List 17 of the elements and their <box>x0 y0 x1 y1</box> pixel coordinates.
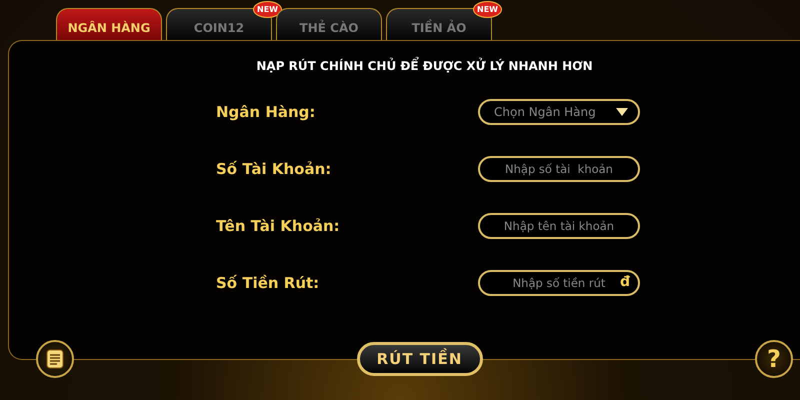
notice-text: NẠP RÚT CHÍNH CHỦ ĐỂ ĐƯỢC XỬ LÝ NHANH HƠN <box>9 59 800 73</box>
field-label: Số Tài Khoản: <box>216 160 332 178</box>
bank-dropdown[interactable]: Chọn Ngân Hàng <box>478 99 640 125</box>
currency-symbol: đ <box>620 274 630 290</box>
tab[interactable]: NGÂN HÀNG <box>56 8 162 40</box>
caret-icon <box>616 108 628 116</box>
field-label: Ngân Hàng: <box>216 103 316 121</box>
tab[interactable]: THẺ CÀO <box>276 8 382 40</box>
field-label: Tên Tài Khoản: <box>216 217 341 235</box>
withdraw-button[interactable]: RÚT TIỀN <box>356 342 482 376</box>
notes-button[interactable] <box>36 340 74 378</box>
new-badge: NEW <box>253 1 282 18</box>
input-field[interactable]: Nhập tên tài khoản <box>478 213 640 239</box>
document-icon <box>46 349 64 369</box>
new-badge: NEW <box>473 1 502 18</box>
field-label: Số Tiền Rút: <box>216 274 320 292</box>
input-field[interactable]: Nhập số tài khoản <box>478 156 640 182</box>
